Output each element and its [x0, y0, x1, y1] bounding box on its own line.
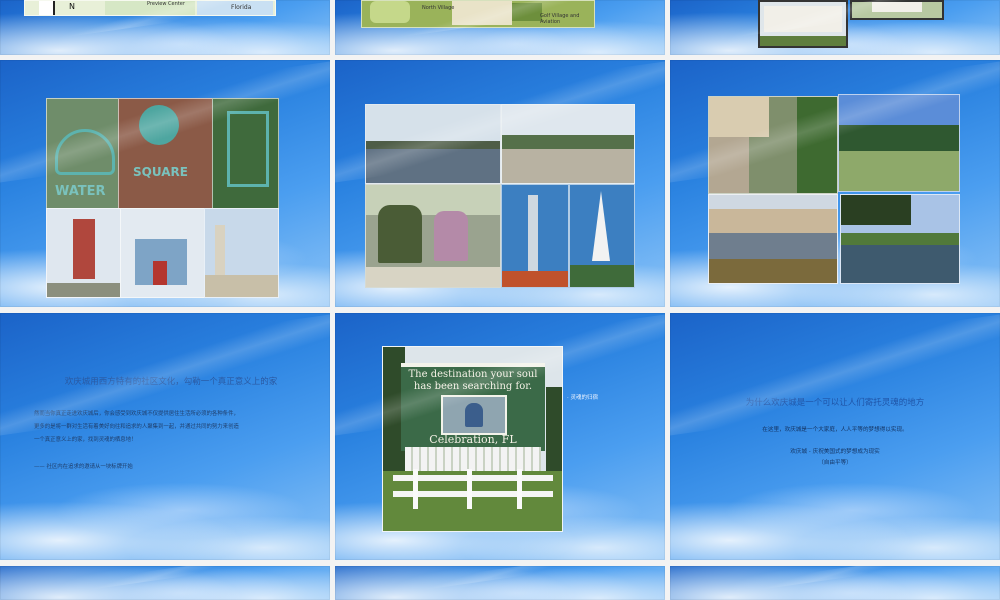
- oak-tree: [841, 195, 911, 225]
- man-figure: [378, 205, 422, 263]
- tower: [73, 219, 95, 279]
- billboard-line-1: The destination your soul: [408, 369, 538, 380]
- lake-water: [366, 149, 500, 183]
- obelisk: [592, 191, 610, 261]
- houses: [709, 209, 837, 233]
- slide-title: 欢庆城用西方特有的社区文化，勾勒一个真正意义上的家: [64, 377, 278, 387]
- waterfront-photo: [708, 194, 838, 284]
- map-label-florida: Florida: [231, 4, 252, 11]
- boardwalk: [709, 137, 749, 193]
- square-sign-photo: SQUARE: [118, 98, 214, 210]
- street: [47, 283, 121, 297]
- slide-title: 为什么欢庆城是一个可以让人们寄托灵魂的地方: [745, 398, 925, 408]
- slide-thumbnail-6[interactable]: [670, 60, 1000, 307]
- billboard-caption: · 灵魂的归宿: [567, 395, 598, 401]
- obelisk-photo: [569, 184, 635, 288]
- body-line-3: 一个真正意义上的家，找到灵魂的栖息地！: [34, 437, 137, 443]
- boardwalk-photo: [708, 96, 838, 194]
- map-label-north-village: North Village: [422, 5, 455, 11]
- sign-text-square: SQUARE: [133, 165, 188, 179]
- treeline: [839, 125, 959, 151]
- buildings: [205, 275, 278, 297]
- child-figure: [465, 403, 483, 427]
- pond-photo: [840, 194, 960, 284]
- body-line-3: （自由平等）: [818, 460, 852, 466]
- fence-post: [517, 469, 522, 509]
- map-label-golf: Golf Village and Aviation: [540, 13, 580, 25]
- sign-text-water: WATER: [55, 184, 106, 199]
- lawn: [570, 265, 634, 287]
- slide-thumbnail-8[interactable]: The destination your soul has been searc…: [335, 313, 665, 560]
- skyline-photo: [204, 208, 279, 298]
- map-area: [370, 1, 410, 23]
- village-map-image: North Village Golf Village and Aviation: [361, 0, 595, 28]
- reeds: [709, 259, 837, 283]
- north-arrow-icon: [39, 1, 55, 15]
- woman-figure: [434, 211, 468, 261]
- treeline: [366, 141, 500, 149]
- town-hall-photo: [120, 208, 206, 298]
- slide-thumbnail-11[interactable]: [335, 566, 665, 600]
- slide-thumbnail-9[interactable]: 为什么欢庆城是一个可以让人们寄托灵魂的地方 在这里，欢庆城是一个大家庭，人人平等…: [670, 313, 1000, 560]
- billboard-photo-inset: [441, 395, 507, 435]
- building-facade: [764, 6, 842, 32]
- billboard-line-2: has been searching for.: [413, 381, 533, 392]
- rocking-chairs-photo: [501, 104, 635, 184]
- body-line-1: 在这里，欢庆城是一个大家庭，人人平等的梦想得以实现。: [762, 427, 908, 433]
- tower-photo: [501, 184, 569, 288]
- slide-thumbnail-10[interactable]: [0, 566, 330, 600]
- tree: [797, 97, 837, 193]
- building: [709, 97, 769, 137]
- slide-thumbnail-2[interactable]: North Village Golf Village and Aviation: [335, 0, 665, 55]
- plaza: [502, 149, 634, 183]
- slide-thumbnail-1[interactable]: N Preview Center Florida: [0, 0, 330, 55]
- slide-thumbnail-3[interactable]: [670, 0, 1000, 55]
- sky: [502, 105, 634, 135]
- base: [502, 271, 568, 287]
- bird-sign-photo: [212, 98, 279, 210]
- field-photo: [838, 94, 960, 192]
- water: [709, 233, 837, 259]
- slide-thumbnail-12[interactable]: [670, 566, 1000, 600]
- billboard-photo: The destination your soul has been searc…: [382, 346, 563, 532]
- body-line-2: 更多的是将一群对生活有着美好向往和追求的人聚集到一起，并通过共同的努力来创造: [34, 424, 239, 430]
- quote-line: —— 社区内在追求的邀请从一块标牌开始: [34, 464, 133, 470]
- building-photo: [758, 0, 848, 48]
- house-photo: [850, 0, 944, 20]
- sign-emblem: [139, 105, 179, 145]
- sign-frame: [55, 129, 115, 175]
- trees-right: [546, 387, 562, 477]
- map-area: [512, 3, 542, 21]
- field: [839, 151, 959, 191]
- sky: [366, 105, 500, 141]
- pond-water: [841, 245, 959, 283]
- slide-thumbnail-7[interactable]: 欢庆城用西方特有的社区文化，勾勒一个真正意义上的家 然而当你真正走进欢庆城后，你…: [0, 313, 330, 560]
- fence-post: [467, 469, 472, 509]
- trees: [502, 135, 634, 149]
- body-line-2: 欢庆城 - 庆祝美国式的梦想成为现实: [790, 449, 880, 455]
- door: [153, 261, 167, 285]
- lawn: [760, 36, 846, 46]
- map-label-north: N: [69, 2, 75, 11]
- map-label-preview: Preview Center: [147, 1, 185, 7]
- fence-post: [413, 469, 418, 509]
- tower-building-photo: [46, 208, 122, 298]
- map-image: N Preview Center Florida: [24, 0, 276, 16]
- shore: [841, 233, 959, 245]
- slide-thumbnail-5[interactable]: [335, 60, 665, 307]
- porch-floor: [366, 267, 500, 287]
- map-area: [452, 1, 512, 25]
- billboard-brand: Celebration, FL: [429, 433, 517, 446]
- body-line-1: 然而当你真正走进欢庆城后，你会感受到欢庆城不仅提供居住生活所必须的各种条件，: [34, 411, 239, 417]
- lake-photo: [365, 104, 501, 184]
- porch-couple-photo: [365, 184, 501, 288]
- slide-thumbnail-4[interactable]: WATER SQUARE: [0, 60, 330, 307]
- billboard: The destination your soul has been searc…: [401, 363, 545, 451]
- sign-frame: [227, 111, 269, 187]
- lattice: [405, 447, 541, 471]
- house: [872, 2, 922, 12]
- tower: [528, 195, 538, 275]
